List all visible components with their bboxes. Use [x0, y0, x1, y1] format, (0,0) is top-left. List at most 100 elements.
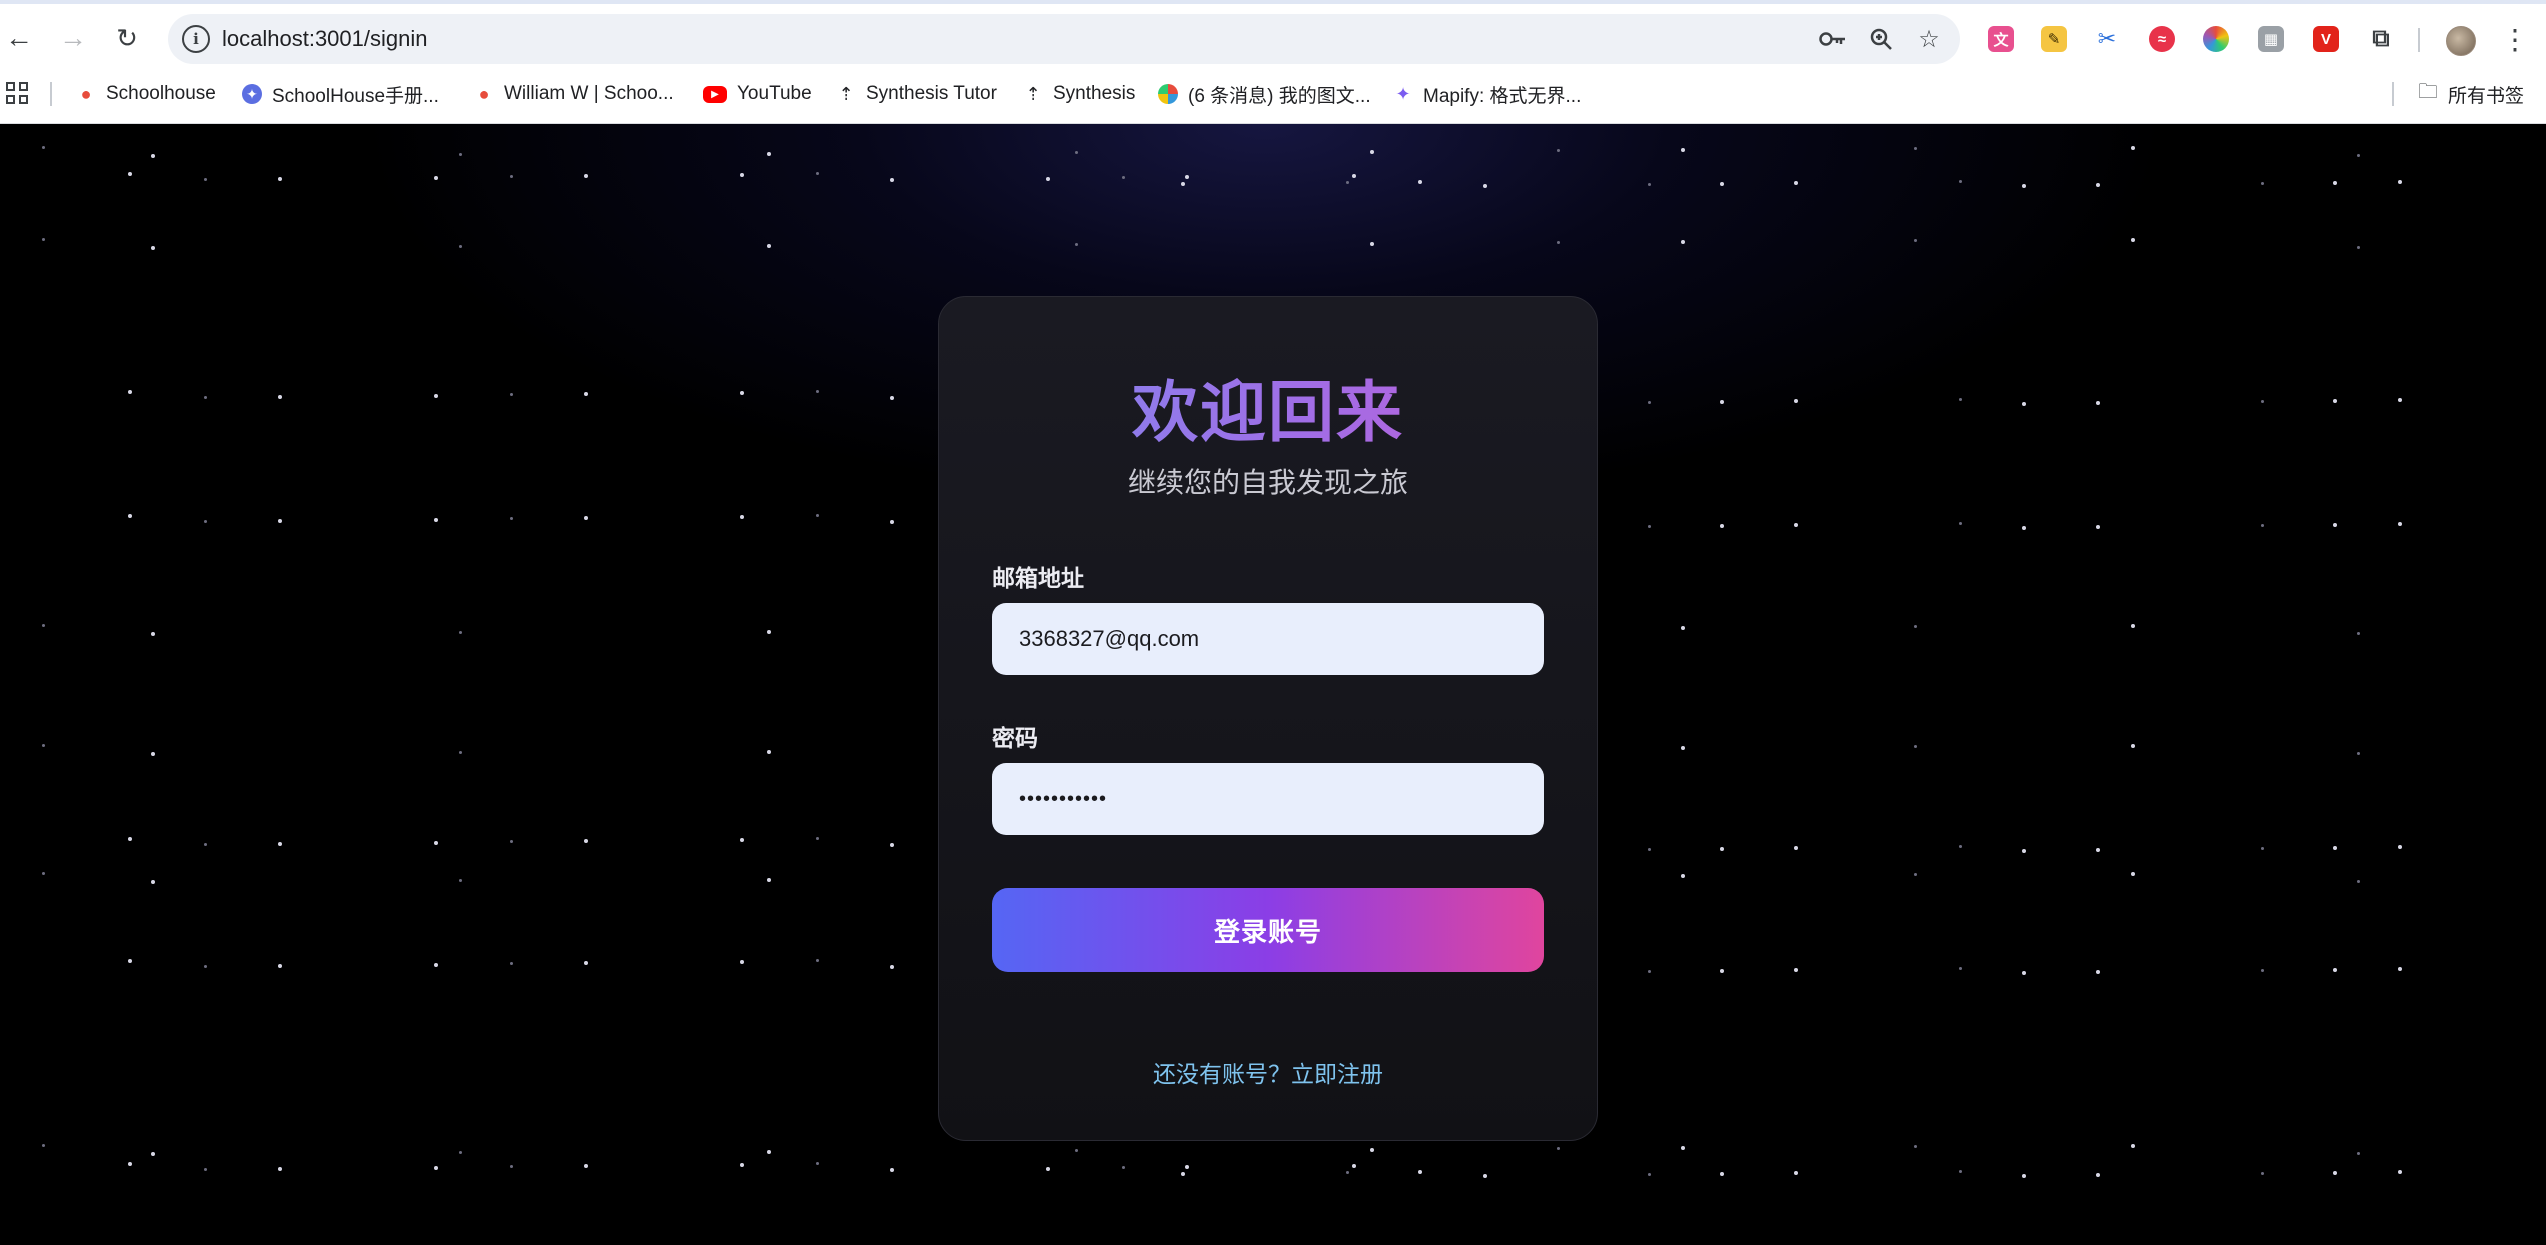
star-dot: [584, 839, 588, 843]
star-dot: [2131, 744, 2135, 748]
color-wheel-extension-icon[interactable]: [2203, 26, 2229, 52]
star-dot: [1185, 1165, 1189, 1169]
extensions-puzzle-icon[interactable]: ⧉: [2368, 25, 2394, 52]
star-dot: [510, 393, 513, 396]
bookmark-william-w[interactable]: ● William W | Schoo...: [474, 80, 674, 108]
star-dot: [1959, 180, 1962, 183]
star-dot: [2131, 624, 2135, 628]
star-dot: [890, 1168, 894, 1172]
bookmark-mapify[interactable]: ✦ Mapify: 格式无界...: [1393, 80, 1581, 108]
star-dot: [1959, 522, 1962, 525]
forward-icon[interactable]: →: [56, 21, 90, 55]
star-dot: [1648, 401, 1651, 404]
password-key-icon[interactable]: [1818, 24, 1848, 54]
star-dot: [42, 1144, 45, 1147]
star-dot: [2333, 399, 2337, 403]
reload-icon[interactable]: ↻: [110, 21, 144, 55]
star-dot: [204, 520, 207, 523]
star-dot: [1352, 174, 1356, 178]
star-dot: [2398, 522, 2402, 526]
star-dot: [278, 964, 282, 968]
star-dot: [890, 965, 894, 969]
star-dot: [434, 176, 438, 180]
star-dot: [740, 1163, 744, 1167]
star-dot: [151, 1152, 155, 1156]
star-dot: [890, 520, 894, 524]
star-dot: [767, 1150, 771, 1154]
star-dot: [434, 518, 438, 522]
star-dot: [1794, 399, 1798, 403]
star-dot: [816, 1162, 819, 1165]
zoom-icon[interactable]: [1866, 24, 1896, 54]
bookmark-schoolhouse-handbook[interactable]: ✦ SchoolHouse手册...: [242, 80, 439, 108]
star-dot: [1681, 148, 1685, 152]
compass-icon: ✦: [242, 84, 262, 104]
star-dot: [2022, 526, 2026, 530]
star-dot: [459, 245, 462, 248]
star-dot: [1346, 1171, 1349, 1174]
scissors-extension-icon[interactable]: ✂: [2094, 26, 2120, 52]
bookmark-schoolhouse[interactable]: ● Schoolhouse: [76, 80, 216, 108]
bookmark-synthesis-tutor[interactable]: ⇡ Synthesis Tutor: [836, 80, 997, 108]
synthesis-icon: ⇡: [1025, 83, 1041, 104]
star-dot: [128, 172, 132, 176]
star-dot: [459, 879, 462, 882]
star-dot: [1122, 1166, 1125, 1169]
star-dot: [1720, 182, 1724, 186]
star-dot: [459, 153, 462, 156]
all-bookmarks-label: 所有书签: [2448, 85, 2525, 107]
youtube-icon: ▶: [703, 85, 727, 103]
bookmark-star-icon[interactable]: ☆: [1914, 24, 1944, 54]
v-extension-icon[interactable]: V: [2313, 26, 2339, 52]
all-bookmarks-folder[interactable]: 🗀 所有书签: [2418, 80, 2524, 108]
star-dot: [2357, 880, 2360, 883]
bookmark-synthesis[interactable]: ⇡ Synthesis: [1023, 80, 1135, 108]
star-dot: [42, 238, 45, 241]
star-dot: [204, 1168, 207, 1171]
star-dot: [2398, 398, 2402, 402]
menu-kebab-icon[interactable]: ⋮: [2500, 22, 2530, 56]
image-extension-icon[interactable]: ▦: [2258, 26, 2284, 52]
star-dot: [2022, 971, 2026, 975]
bookmark-youtube[interactable]: ▶ YouTube: [703, 80, 812, 108]
folder-icon: 🗀: [2418, 81, 2438, 103]
star-dot: [1483, 1174, 1487, 1178]
address-bar[interactable]: i localhost:3001/signin ☆: [168, 14, 1960, 64]
page-title: 欢迎回来: [939, 359, 1597, 455]
bookmark-label: YouTube: [737, 83, 812, 104]
site-info-icon[interactable]: i: [182, 25, 210, 53]
back-icon[interactable]: ←: [2, 21, 36, 55]
star-dot: [2398, 845, 2402, 849]
star-dot: [128, 837, 132, 841]
profile-avatar[interactable]: [2446, 26, 2476, 56]
signin-button[interactable]: 登录账号: [992, 888, 1544, 972]
star-dot: [1181, 1172, 1185, 1176]
bookmark-label: Mapify: 格式无界...: [1423, 85, 1582, 107]
star-dot: [816, 837, 819, 840]
star-dot: [42, 146, 45, 149]
email-field[interactable]: [992, 603, 1544, 675]
star-dot: [2333, 968, 2337, 972]
red-circle-extension-icon[interactable]: ≈: [2149, 26, 2175, 52]
star-dot: [584, 392, 588, 396]
star-dot: [2333, 846, 2337, 850]
star-dot: [584, 1164, 588, 1168]
star-dot: [510, 962, 513, 965]
signup-link[interactable]: 还没有账号？立即注册: [939, 1055, 1597, 1089]
bookmark-label: William W | Schoo...: [504, 83, 674, 104]
apps-grid-icon[interactable]: [6, 82, 28, 104]
star-dot: [2261, 524, 2264, 527]
star-dot: [767, 630, 771, 634]
star-dot: [1370, 1148, 1374, 1152]
star-dot: [767, 244, 771, 248]
bookmark-csdn-messages[interactable]: (6 条消息) 我的图文...: [1158, 80, 1371, 108]
star-dot: [128, 1162, 132, 1166]
star-dot: [1914, 239, 1917, 242]
translate-extension-icon[interactable]: 文: [1988, 26, 2014, 52]
note-extension-icon[interactable]: ✎: [2041, 26, 2067, 52]
password-field[interactable]: [992, 763, 1544, 835]
star-dot: [1648, 525, 1651, 528]
address-url[interactable]: localhost:3001/signin: [222, 26, 427, 52]
star-dot: [1959, 1170, 1962, 1173]
pinwheel-icon: [1158, 84, 1178, 104]
